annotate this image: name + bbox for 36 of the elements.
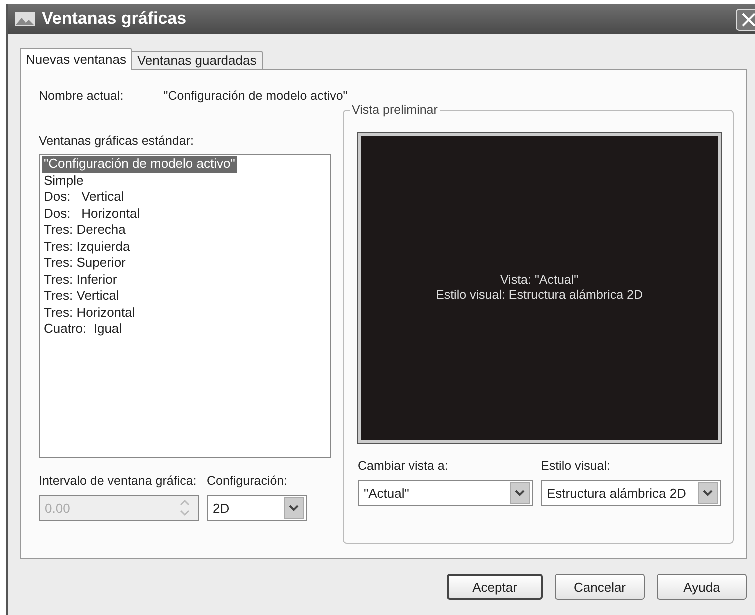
dialog-button[interactable]: Cancelar <box>555 574 645 600</box>
current-name-value: "Configuración de modelo activo" <box>164 89 348 103</box>
view-dropdown[interactable]: "Actual" <box>358 480 533 506</box>
list-item[interactable]: Dos: Vertical <box>42 189 126 206</box>
visual-style-label: Estilo visual: <box>541 459 612 473</box>
chevron-down-icon <box>698 482 718 504</box>
setup-dropdown[interactable]: 2D <box>207 495 307 521</box>
group-legend: Vista preliminar <box>350 103 440 117</box>
list-item[interactable]: Tres: Vertical <box>42 288 122 304</box>
list-item[interactable]: Tres: Izquierda <box>42 238 132 255</box>
list-item[interactable]: Cuatro: Igual <box>42 321 124 338</box>
chevron-down-icon <box>510 482 530 504</box>
preview-text: Vista: "Actual" <box>500 273 579 288</box>
list-item[interactable]: "Configuración de modelo activo" <box>42 156 238 172</box>
list-item[interactable]: Dos: Horizontal <box>42 206 142 222</box>
dialog-button[interactable]: Aceptar <box>447 574 543 600</box>
dialog-button[interactable]: Ayuda <box>657 574 747 600</box>
list-item[interactable]: Tres: Superior <box>42 255 128 272</box>
list-item[interactable]: Simple <box>42 172 86 189</box>
current-name-label: Nombre actual: <box>39 89 124 103</box>
tab[interactable]: Ventanas guardadas <box>131 51 263 70</box>
window-title: Ventanas gráficas <box>42 9 187 29</box>
list-item[interactable]: Tres: Derecha <box>42 222 128 238</box>
setup-label: Configuración: <box>207 474 289 488</box>
list-item[interactable]: Tres: Inferior <box>42 272 120 288</box>
preview-text: Estilo visual: Estructura alámbrica 2D <box>436 288 644 303</box>
list-label: Ventanas gráficas estándar: <box>39 134 195 148</box>
close-icon[interactable] <box>736 9 755 31</box>
app-icon <box>14 10 36 28</box>
visual-style-dropdown[interactable]: Estructura alámbrica 2D <box>541 480 721 506</box>
list-item[interactable]: Tres: Horizontal <box>42 304 138 321</box>
chevron-down-icon <box>284 497 304 519</box>
change-view-label: Cambiar vista a: <box>358 459 450 473</box>
spinner-arrows-icon <box>178 498 192 518</box>
tab[interactable]: Nuevas ventanas <box>20 48 132 70</box>
spacing-label: Intervalo de ventana gráfica: <box>39 474 198 488</box>
